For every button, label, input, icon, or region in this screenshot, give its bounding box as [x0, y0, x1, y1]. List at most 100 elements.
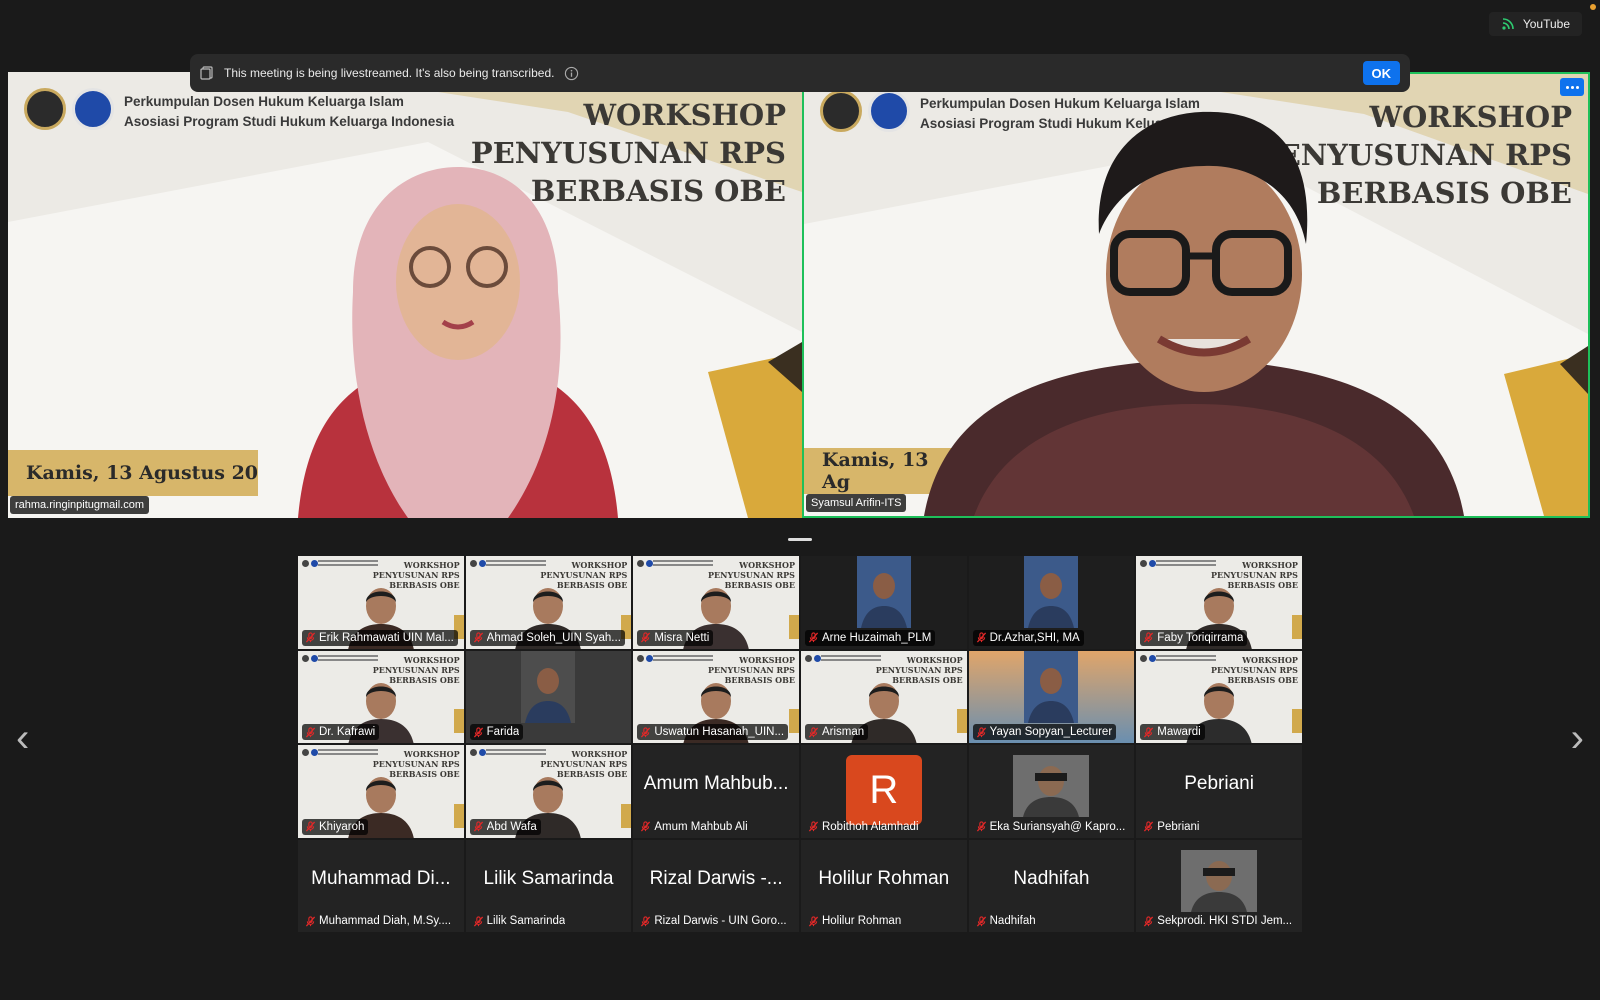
- participant-name: Robithoh Alamhadi: [821, 820, 919, 833]
- transcript-icon: [200, 66, 213, 80]
- participant-name: Abd Wafa: [486, 820, 537, 833]
- participant-tile[interactable]: WORKSHOP PENYUSUNAN RPS BERBASIS OBE Uswatu…: [632, 649, 800, 744]
- slide-accent: [788, 709, 799, 733]
- slide-logos: [469, 749, 486, 756]
- participant-tile[interactable]: WORKSHOP PENYUSUNAN RPS BERBASIS OBE Misra …: [632, 555, 800, 650]
- muted-mic-icon: [473, 821, 483, 832]
- participant-name: Dr. Kafrawi: [319, 726, 376, 738]
- participant-name-tag: Lilik Samarinda: [470, 913, 570, 929]
- participant-tile[interactable]: Holilur Rohman Holilur Rohman: [799, 838, 968, 933]
- slide-logos: [302, 654, 318, 662]
- participant-name: Muhammad Diah, M.Sy....: [319, 915, 452, 927]
- next-page-arrow-icon[interactable]: ›: [1571, 718, 1584, 758]
- slide-accent: [956, 709, 967, 733]
- participant-tile[interactable]: WORKSHOP PENYUSUNAN RPS BERBASIS OBE Abd Wa…: [464, 744, 633, 839]
- participant-tile[interactable]: WORKSHOP PENYUSUNAN RPS BERBASIS OBE Faby T…: [1135, 555, 1303, 650]
- slide-org-text: [318, 749, 378, 757]
- slide-accent: [621, 803, 632, 828]
- participant-name-tag: Nadhifah: [973, 913, 1040, 929]
- participant-tile[interactable]: Yayan Sopyan_Lecturer: [967, 649, 1136, 744]
- participant-name: Farida: [486, 726, 520, 738]
- participant-name: Amum Mahbub Ali: [654, 820, 748, 833]
- participant-tile[interactable]: Dr.Azhar,SHI, MA: [967, 555, 1136, 650]
- livestream-indicator[interactable]: YouTube: [1488, 12, 1582, 36]
- muted-mic-icon: [808, 821, 819, 832]
- status-dot: [1590, 4, 1596, 10]
- participant-name: Khiyaroh: [319, 820, 365, 833]
- muted-mic-icon: [808, 915, 819, 927]
- participant-name: Rizal Darwis - UIN Goro...: [654, 915, 787, 927]
- participant-gallery: WORKSHOP PENYUSUNAN RPS BERBASIS OBE Erik R…: [297, 555, 1303, 933]
- participant-name-tag: Khiyaroh: [302, 818, 369, 835]
- participant-tile[interactable]: WORKSHOP PENYUSUNAN RPS BERBASIS OBE Khiyar…: [297, 744, 465, 839]
- participant-name-tag: Muhammad Diah, M.Sy....: [302, 913, 455, 929]
- slide-org-text: [318, 654, 378, 663]
- ok-button[interactable]: OK: [1362, 61, 1400, 85]
- participant-name-tag: Holilur Rohman: [805, 913, 905, 929]
- slide-logos: [469, 560, 486, 567]
- muted-mic-icon: [473, 726, 483, 738]
- participant-name-tag: Abd Wafa: [469, 818, 541, 835]
- slide-org-text: [1156, 654, 1217, 663]
- active-speaker-video-tile[interactable]: Perkumpulan Dosen Hukum Keluarga Islam A…: [802, 72, 1590, 518]
- participant-tile[interactable]: Lilik Samarinda Lilik Samarinda: [464, 838, 633, 933]
- participant-tile[interactable]: R Robithoh Alamhadi: [799, 744, 968, 839]
- info-icon[interactable]: [564, 66, 579, 81]
- pdhki-logo: [820, 90, 862, 132]
- muted-mic-icon: [976, 821, 986, 832]
- participant-tile[interactable]: WORKSHOP PENYUSUNAN RPS BERBASIS OBE Dr. Ka…: [297, 649, 465, 744]
- slide-org-text: [485, 560, 546, 568]
- participant-photo: [1181, 849, 1258, 912]
- speaker-video-person: [298, 167, 618, 518]
- participant-name-tag: Rizal Darwis - UIN Goro...: [637, 913, 790, 929]
- slide-organization: Perkumpulan Dosen Hukum Keluarga Islam A…: [124, 92, 454, 132]
- muted-mic-icon: [641, 726, 651, 738]
- participant-tile[interactable]: WORKSHOP PENYUSUNAN RPS BERBASIS OBE Arisma…: [799, 649, 968, 744]
- more-options-button[interactable]: [1560, 78, 1584, 96]
- slide-org-text: [653, 654, 714, 663]
- muted-mic-icon: [305, 915, 316, 927]
- muted-mic-icon: [1144, 915, 1154, 927]
- participant-tile[interactable]: Nadhifah Nadhifah: [967, 838, 1136, 933]
- participant-tile[interactable]: Muhammad Di... Muhammad Diah, M.Sy....: [297, 838, 465, 933]
- participant-tile[interactable]: WORKSHOP PENYUSUNAN RPS BERBASIS OBE Maward…: [1135, 649, 1303, 744]
- participant-tile[interactable]: WORKSHOP PENYUSUNAN RPS BERBASIS OBE Erik R…: [297, 555, 465, 650]
- participant-name-tag: Ahmad Soleh_UIN Syah...: [469, 629, 625, 646]
- slide-title-line-1: WORKSHOP: [583, 98, 786, 132]
- participant-name: Pebriani: [1157, 820, 1200, 833]
- asosiasi-logo: [868, 90, 910, 132]
- speaker-video-tile[interactable]: Perkumpulan Dosen Hukum Keluarga Islam A…: [8, 72, 802, 518]
- participant-tile[interactable]: Amum Mahbub... Amum Mahbub Ali: [632, 744, 800, 839]
- participant-tile[interactable]: Rizal Darwis -... Rizal Darwis - UIN Goro…: [632, 838, 800, 933]
- participant-tile[interactable]: Eka Suriansyah@ Kapro...: [967, 744, 1136, 839]
- slide-date: Kamis, 13 Agustus 20: [8, 450, 258, 496]
- participant-name: Arne Huzaimah_PLM: [821, 631, 932, 644]
- banner-message: This meeting is being livestreamed. It's…: [224, 66, 555, 80]
- slide-org-text: [653, 560, 714, 568]
- participant-video: [856, 556, 911, 628]
- muted-mic-icon: [473, 915, 483, 927]
- participant-name-tag: Farida: [469, 724, 524, 740]
- slide-logos: [1140, 560, 1157, 567]
- muted-mic-icon: [976, 915, 986, 927]
- muted-mic-icon: [641, 632, 651, 643]
- muted-mic-icon: [976, 632, 986, 643]
- muted-mic-icon: [641, 915, 651, 927]
- participant-video: [521, 650, 576, 723]
- participant-tile[interactable]: Sekprodi. HKI STDI Jem...: [1135, 838, 1303, 933]
- muted-mic-icon: [976, 726, 986, 738]
- participant-display-name: Amum Mahbub...: [643, 773, 789, 794]
- muted-mic-icon: [1144, 821, 1154, 832]
- participant-display-name: Holilur Rohman: [818, 867, 950, 889]
- participant-tile[interactable]: Arne Huzaimah_PLM: [799, 555, 968, 650]
- participant-tile[interactable]: Pebriani Pebriani: [1135, 744, 1303, 839]
- previous-page-arrow-icon[interactable]: ‹: [16, 718, 29, 758]
- participant-tile[interactable]: WORKSHOP PENYUSUNAN RPS BERBASIS OBE Ahmad …: [464, 555, 633, 650]
- participant-tile[interactable]: Farida: [464, 649, 633, 744]
- speaker-video-person: [924, 111, 1464, 516]
- participant-display-name: Muhammad Di...: [311, 867, 451, 889]
- muted-mic-icon: [1144, 726, 1154, 738]
- muted-mic-icon: [305, 726, 316, 738]
- participant-video: [1024, 650, 1079, 723]
- resize-handle[interactable]: [788, 538, 812, 541]
